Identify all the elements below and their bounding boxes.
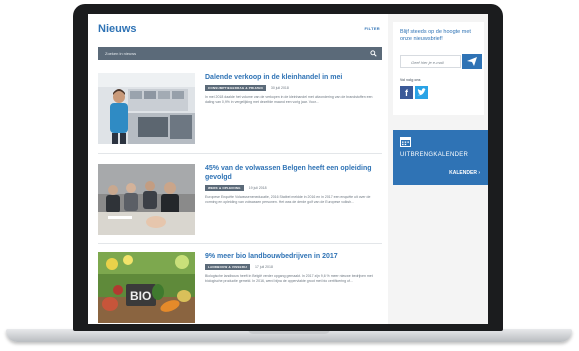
article-title[interactable]: Dalende verkoop in de kleinhandel in mei bbox=[205, 73, 380, 82]
article-body: Dalende verkoop in de kleinhandel in mei… bbox=[205, 73, 380, 105]
category-tag[interactable]: WERK & OPLEIDING bbox=[205, 185, 244, 191]
article-excerpt: Europese Enquête Volwasseneneducatie, 20… bbox=[205, 195, 371, 204]
article-date: 17 juli 2018 bbox=[254, 265, 273, 269]
article-date: 19 juli 2018 bbox=[248, 186, 267, 190]
twitter-icon[interactable] bbox=[415, 86, 428, 99]
article-body: 45% van de volwassen Belgen heeft een op… bbox=[205, 164, 380, 205]
svg-text:BIO: BIO bbox=[130, 289, 151, 303]
article-meta: CONSUMPTIEGEDRAG & PRIJZEN 30 juli 2018 bbox=[205, 85, 380, 91]
page-title: Nieuws bbox=[98, 23, 137, 35]
search-input[interactable]: Zoeken in nieuws bbox=[105, 51, 136, 56]
category-tag[interactable]: LANDBOUW & VISSERIJ bbox=[205, 264, 250, 270]
article-thumbnail-shop[interactable] bbox=[98, 73, 195, 144]
article-body: 9% meer bio landbouwbedrijven in 2017 LA… bbox=[205, 252, 380, 284]
divider bbox=[98, 153, 382, 154]
search-bar[interactable]: Zoeken in nieuws bbox=[98, 47, 382, 60]
facebook-icon[interactable]: f bbox=[400, 86, 413, 99]
calendar-icon bbox=[400, 137, 411, 147]
article-excerpt: Biologische landbouw heeft in België ver… bbox=[205, 274, 373, 283]
news-main-panel: Nieuws FILTER Zoeken in nieuws Dalende v… bbox=[88, 14, 388, 324]
news-item[interactable]: BIO 9% meer bio landbouwbedrijven in 201… bbox=[98, 252, 382, 324]
divider bbox=[98, 243, 382, 244]
newsletter-submit-button[interactable] bbox=[462, 54, 482, 69]
newsletter-box: Blijf steeds op de hoogte met onze nieuw… bbox=[393, 22, 484, 115]
article-meta: LANDBOUW & VISSERIJ 17 juli 2018 bbox=[205, 264, 380, 270]
release-calendar-box[interactable]: UITBRENGKALENDER KALENDER › bbox=[393, 130, 488, 185]
send-icon bbox=[467, 57, 477, 66]
laptop-screen: Nieuws FILTER Zoeken in nieuws Dalende v… bbox=[88, 14, 488, 324]
email-field[interactable]: Geef hier je e-mail bbox=[400, 55, 461, 68]
sidebar: Blijf steeds op de hoogte met onze nieuw… bbox=[393, 14, 488, 324]
article-date: 30 juli 2018 bbox=[270, 86, 289, 90]
calendar-title: UITBRENGKALENDER bbox=[400, 152, 469, 158]
filter-link[interactable]: FILTER bbox=[364, 26, 380, 31]
article-title[interactable]: 9% meer bio landbouwbedrijven in 2017 bbox=[205, 252, 380, 261]
article-title[interactable]: 45% van de volwassen Belgen heeft een op… bbox=[205, 164, 380, 182]
article-thumbnail-bio[interactable]: BIO bbox=[98, 252, 195, 323]
category-tag[interactable]: CONSUMPTIEGEDRAG & PRIJZEN bbox=[205, 85, 266, 91]
article-meta: WERK & OPLEIDING 19 juli 2018 bbox=[205, 185, 380, 191]
search-icon[interactable] bbox=[370, 50, 377, 57]
news-item[interactable]: Dalende verkoop in de kleinhandel in mei… bbox=[98, 73, 382, 148]
follow-label: Vol volg ons bbox=[400, 78, 421, 82]
article-excerpt: In mei 2018 daalde het volume van de ver… bbox=[205, 95, 373, 104]
newsletter-text: Blijf steeds op de hoogte met onze nieuw… bbox=[400, 29, 471, 42]
twitter-bird-icon bbox=[417, 88, 426, 96]
calendar-link[interactable]: KALENDER › bbox=[449, 170, 480, 176]
news-item[interactable]: 45% van de volwassen Belgen heeft een op… bbox=[98, 164, 382, 239]
article-thumbnail-meeting[interactable] bbox=[98, 164, 195, 235]
